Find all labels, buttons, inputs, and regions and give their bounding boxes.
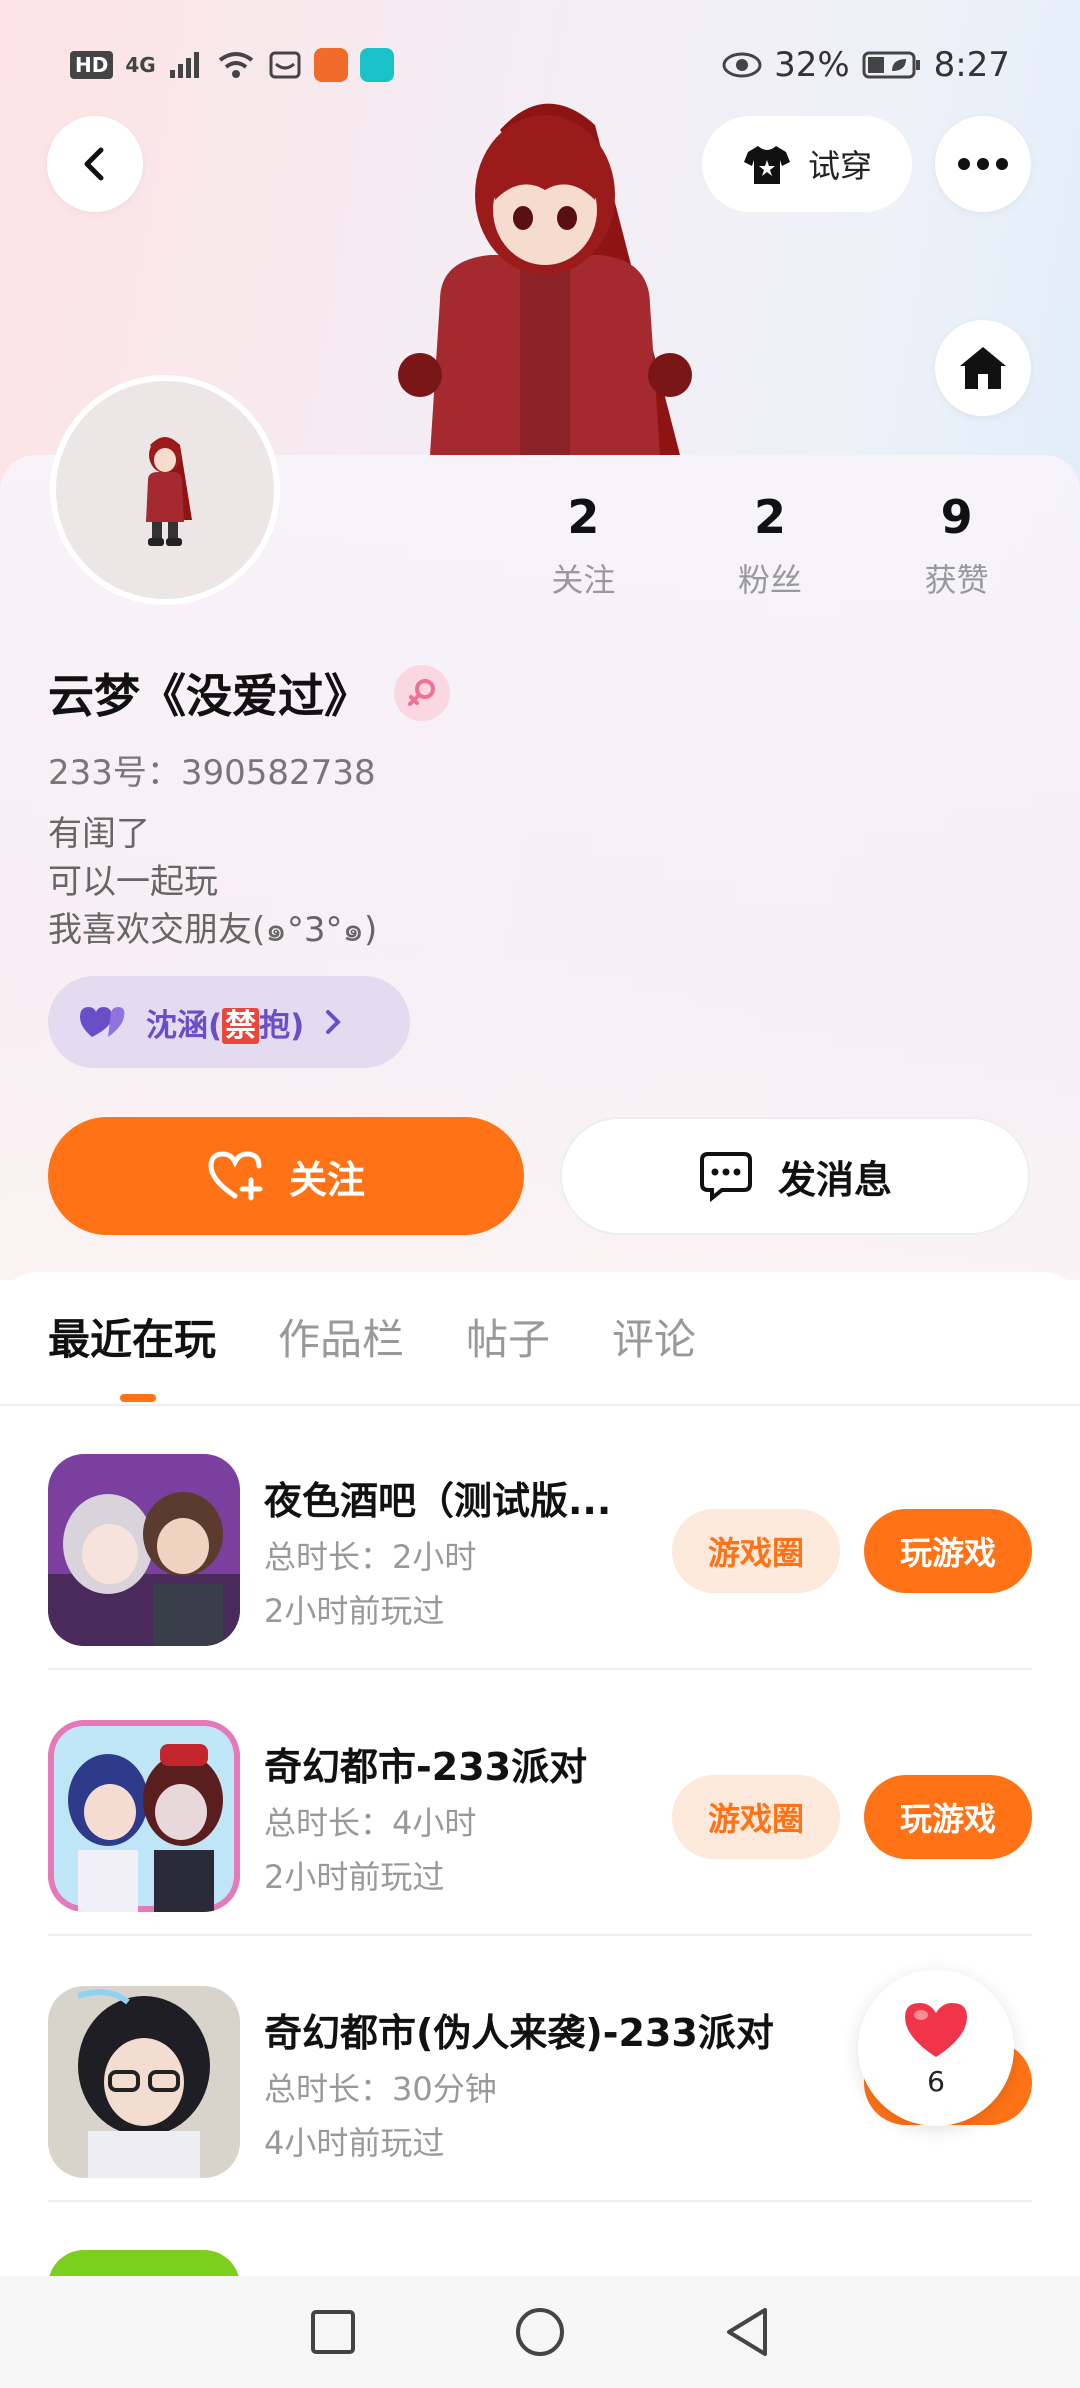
chevron-right-icon (326, 1010, 342, 1034)
house-icon (960, 347, 1006, 389)
chat-bubble-icon (699, 1152, 752, 1202)
bio-line: 可以一起玩 (48, 862, 218, 902)
stat-followers[interactable]: 2 粉丝 (677, 490, 864, 601)
battery-icon (862, 51, 920, 79)
network-type: 4G (125, 53, 156, 77)
heart-plus-icon (208, 1151, 263, 1201)
wifi-icon (218, 52, 253, 78)
status-right: 32% 8:27 (722, 45, 1010, 85)
try-on-label: 试穿 (807, 147, 872, 185)
follow-label: 关注 (288, 1157, 365, 1202)
followers-label: 粉丝 (738, 561, 803, 600)
double-heart-icon (80, 1007, 125, 1037)
status-left: HD 4G (70, 48, 394, 82)
more-options-button[interactable] (935, 116, 1031, 212)
eye-icon (722, 52, 762, 78)
like-count: 6 (927, 2064, 945, 2098)
system-navigation-bar (0, 2276, 1080, 2388)
following-label: 关注 (551, 561, 616, 600)
clock: 8:27 (933, 45, 1010, 85)
profile-stats: 2 关注 2 粉丝 9 获赞 (490, 490, 1050, 601)
character-avatar-illustration (398, 103, 692, 455)
relationship-name-prefix: 沈涵( (146, 1007, 223, 1044)
back-triangle-icon[interactable] (723, 2306, 771, 2358)
game-last-played: 2小时前玩过 (264, 1592, 445, 1630)
forbid-badge: 禁 (222, 1007, 260, 1044)
female-gender-icon (394, 665, 450, 721)
relationship-name-suffix: 抱) (259, 1007, 305, 1044)
avatar-character (146, 437, 192, 546)
relationship-chip[interactable]: 沈涵(禁抱) (48, 976, 410, 1068)
home-circle-icon[interactable] (514, 2306, 566, 2358)
back-button[interactable] (47, 116, 143, 212)
hd-indicator: HD (70, 51, 114, 79)
active-tab-indicator (120, 1394, 156, 1402)
play-game-button[interactable]: 玩游戏 (864, 1509, 1032, 1593)
game-icon-night-bar[interactable] (48, 1454, 240, 1646)
followers-count: 2 (754, 490, 787, 544)
game-last-played: 2小时前玩过 (264, 1858, 445, 1896)
battery-percent: 32% (774, 45, 850, 85)
game-title: 奇幻都市(伪人来袭)-233派对 (264, 2011, 774, 2055)
like-floating-button[interactable]: 6 (858, 1970, 1014, 2126)
likes-count: 9 (940, 490, 973, 544)
message-notification-icon (269, 51, 301, 79)
chevron-left-icon (84, 147, 104, 181)
game-last-played: 4小时前玩过 (264, 2124, 445, 2162)
username-row: 云梦《没爱过》 (48, 660, 450, 726)
tab-posts[interactable]: 帖子 (466, 1305, 550, 1375)
signal-icon (169, 52, 199, 78)
username: 云梦《没爱过》 (48, 669, 370, 723)
game-circle-button[interactable]: 游戏圈 (672, 1775, 840, 1859)
following-count: 2 (567, 490, 600, 544)
tshirt-icon (743, 146, 790, 184)
game-row[interactable]: 夜色酒吧（测试版... 总时长：2小时 2小时前玩过 游戏圈 玩游戏 (0, 1404, 1080, 1670)
send-message-label: 发消息 (777, 1157, 892, 1202)
follow-button[interactable]: 关注 (48, 1117, 524, 1235)
relationship-name: 沈涵(禁抱) (146, 1000, 304, 1045)
game-duration: 总时长：30分钟 (264, 2070, 497, 2108)
more-dots-icon (958, 158, 1008, 170)
game-circle-button[interactable]: 游戏圈 (672, 1509, 840, 1593)
game-icon-fantasy-city[interactable] (48, 1720, 240, 1912)
tab-works[interactable]: 作品栏 (278, 1305, 404, 1375)
recent-apps-icon[interactable] (309, 2308, 357, 2356)
profile-tabs: 最近在玩 作品栏 帖子 评论 (48, 1305, 696, 1375)
play-game-button[interactable]: 玩游戏 (864, 1775, 1032, 1859)
app-notification-icon-2 (359, 48, 394, 82)
stat-following[interactable]: 2 关注 (490, 490, 677, 601)
bio: 有闺了 可以一起玩 我喜欢交朋友(๑°3°๑) (48, 810, 377, 954)
likes-label: 获赞 (924, 561, 989, 600)
avatar[interactable] (50, 375, 280, 605)
game-duration: 总时长：4小时 (264, 1804, 477, 1842)
tab-recently-played[interactable]: 最近在玩 (48, 1305, 216, 1375)
row-divider (48, 2200, 1032, 2202)
user-id: 233号：390582738 (48, 753, 376, 793)
try-on-button[interactable]: 试穿 (702, 116, 912, 212)
heart-icon (905, 2002, 967, 2057)
game-row[interactable]: 奇幻都市-233派对 总时长：4小时 2小时前玩过 游戏圈 玩游戏 (0, 1670, 1080, 1936)
app-notification-icon (313, 48, 348, 82)
game-icon-fantasy-city-impostor[interactable] (48, 1986, 240, 2178)
tab-comments[interactable]: 评论 (612, 1305, 696, 1375)
game-title: 奇幻都市-233派对 (264, 1745, 588, 1789)
home-button[interactable] (935, 320, 1031, 416)
send-message-button[interactable]: 发消息 (560, 1117, 1030, 1235)
game-duration: 总时长：2小时 (264, 1538, 477, 1576)
game-title: 夜色酒吧（测试版... (264, 1479, 612, 1523)
bio-line: 有闺了 (48, 814, 150, 854)
stat-likes[interactable]: 9 获赞 (863, 490, 1050, 601)
bio-line: 我喜欢交朋友(๑°3°๑) (48, 910, 378, 950)
